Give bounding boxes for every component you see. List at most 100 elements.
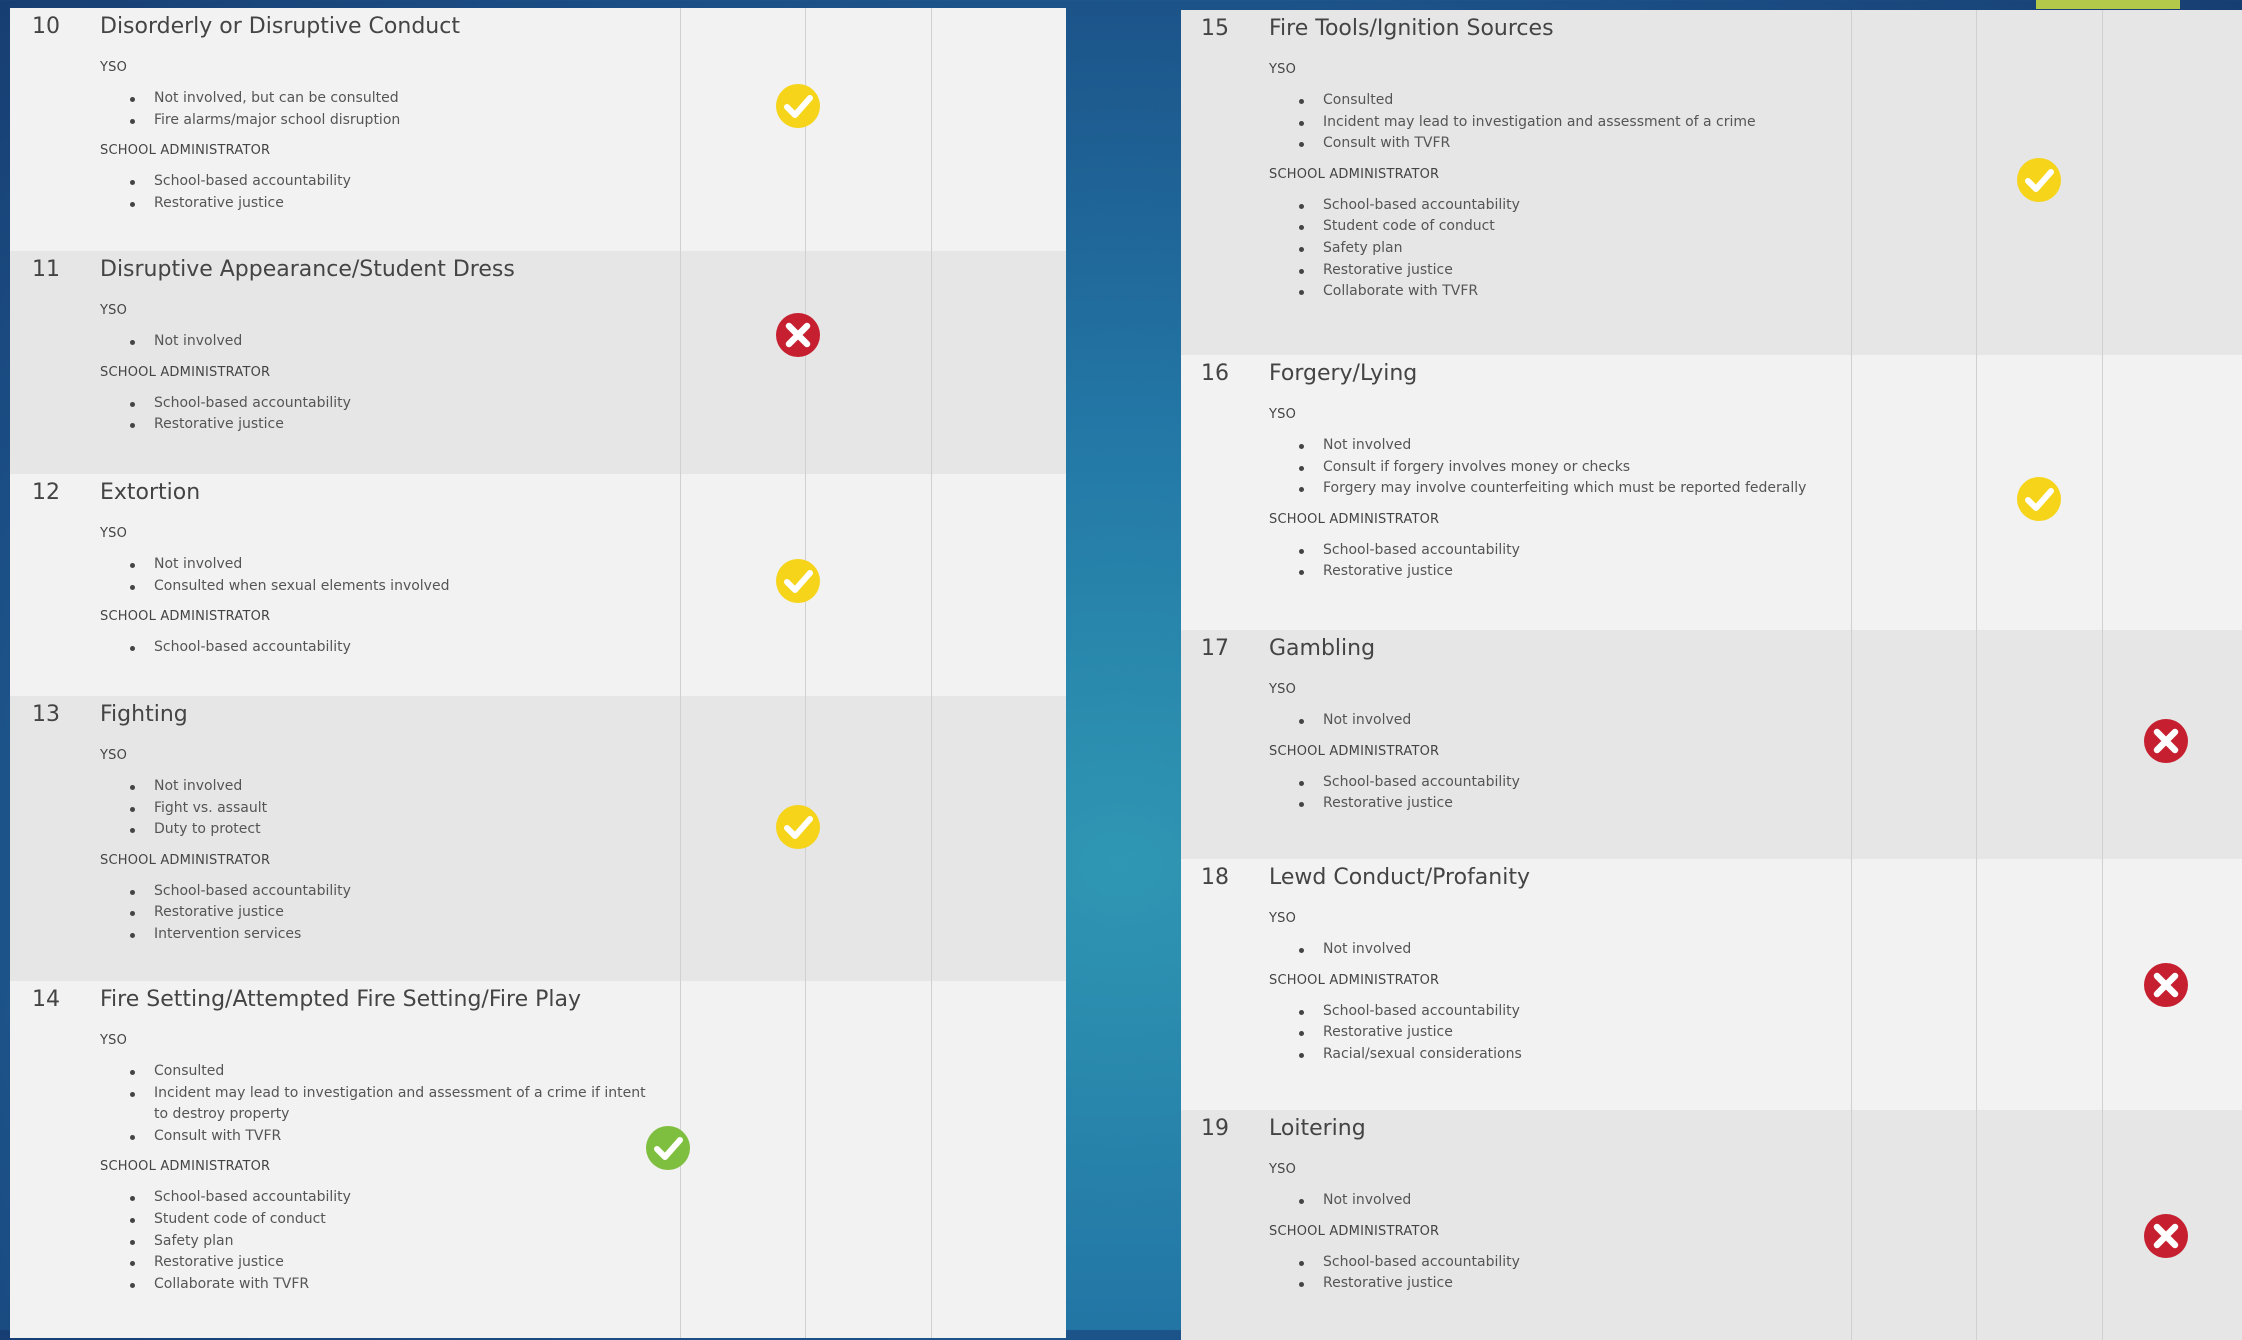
administrator-list: School-based accountability	[100, 637, 660, 659]
list-item: Forgery may involve counterfeiting which…	[1299, 478, 1829, 500]
list-item: Restorative justice	[1299, 561, 1829, 583]
red-x-icon	[2143, 718, 2189, 764]
school-administrator-label: SCHOOL ADMINISTRATOR	[1269, 1223, 1440, 1239]
yso-list: Not involved	[1269, 710, 1829, 732]
column-divider	[2102, 10, 2103, 355]
administrator-list: School-based accountability Restorative j…	[100, 171, 660, 214]
row-title: Forgery/Lying	[1269, 361, 1418, 386]
list-item: Restorative justice	[130, 1252, 660, 1274]
list-item: School-based accountability	[130, 881, 660, 903]
column-divider	[1851, 355, 1852, 630]
table-row: 16 Forgery/Lying YSO Not involved Consult if…	[1181, 355, 2242, 630]
row-title: Extortion	[100, 480, 201, 505]
school-administrator-label: SCHOOL ADMINISTRATOR	[100, 364, 271, 380]
yellow-check-icon	[2016, 157, 2062, 203]
row-number: 19	[1201, 1116, 1229, 1141]
row-details: YSO Not involved SCHOOL ADMINISTRATOR Schoo…	[1269, 909, 1829, 1075]
yso-list: Not involved Consult if forgery involves …	[1269, 435, 1829, 500]
list-item: Intervention services	[130, 924, 660, 946]
yso-list: Not involved Fight vs. assault Duty to pro…	[100, 776, 660, 841]
column-divider	[931, 251, 932, 474]
list-item: Collaborate with TVFR	[1299, 281, 1829, 303]
list-item: Consulted	[1299, 90, 1829, 112]
column-divider	[680, 251, 681, 474]
list-item: Fight vs. assault	[130, 798, 660, 820]
table-row: 18 Lewd Conduct/Profanity YSO Not involved S…	[1181, 859, 2242, 1110]
row-details: YSO Not involved SCHOOL ADMINISTRATOR Schoo…	[100, 301, 660, 446]
row-title: Loitering	[1269, 1116, 1366, 1141]
column-divider	[680, 474, 681, 696]
column-divider	[931, 8, 932, 251]
table-row: 17 Gambling YSO Not involved SCHOOL ADMINIST…	[1181, 630, 2242, 859]
list-item: Not involved, but can be consulted	[130, 88, 660, 110]
column-divider	[1976, 355, 1977, 630]
list-item: School-based accountability	[130, 637, 660, 659]
column-divider	[680, 8, 681, 251]
list-item: Restorative justice	[1299, 260, 1829, 282]
yso-list: Not involved	[100, 331, 660, 353]
row-details: YSO Not involved Fight vs. assault Duty to …	[100, 746, 660, 956]
list-item: Consult if forgery involves money or che…	[1299, 457, 1829, 479]
table-row: 15 Fire Tools/Ignition Sources YSO Consulte…	[1181, 10, 2242, 355]
list-item: Consulted when sexual elements involved	[130, 576, 660, 598]
row-title: Fighting	[100, 702, 188, 727]
column-divider	[1851, 10, 1852, 355]
column-divider	[2102, 630, 2103, 859]
column-divider	[1851, 859, 1852, 1110]
yellow-check-icon	[775, 83, 821, 129]
row-title: Lewd Conduct/Profanity	[1269, 865, 1530, 890]
column-divider	[2102, 355, 2103, 630]
row-title: Disruptive Appearance/Student Dress	[100, 257, 515, 282]
list-item: Not involved	[1299, 435, 1829, 457]
yso-label: YSO	[100, 60, 128, 75]
yso-label: YSO	[1269, 62, 1297, 77]
table-row: 14 Fire Setting/Attempted Fire Setting/Fi…	[10, 981, 1066, 1338]
list-item: Consult with TVFR	[1299, 133, 1829, 155]
row-details: YSO Consulted Incident may lead to investi…	[1269, 60, 1829, 313]
green-check-icon	[645, 1125, 691, 1171]
row-number: 10	[32, 14, 60, 39]
column-divider	[680, 696, 681, 981]
yellow-check-icon	[2016, 476, 2062, 522]
left-panel: 10 Disorderly or Disruptive Conduct YSO Not…	[10, 8, 1066, 1338]
administrator-list: School-based accountability Student code …	[100, 1187, 660, 1295]
administrator-list: School-based accountability Restorative j…	[1269, 540, 1829, 583]
school-administrator-label: SCHOOL ADMINISTRATOR	[100, 609, 271, 625]
row-title: Fire Tools/Ignition Sources	[1269, 16, 1554, 41]
column-divider	[805, 981, 806, 1338]
yso-list: Not involved Consulted when sexual elemen…	[100, 554, 660, 597]
column-divider	[931, 696, 932, 981]
list-item: Safety plan	[1299, 238, 1829, 260]
list-item: Restorative justice	[130, 414, 660, 436]
row-number: 16	[1201, 361, 1229, 386]
administrator-list: School-based accountability Restorative j…	[100, 881, 660, 946]
list-item: School-based accountability	[1299, 195, 1829, 217]
list-item: Not involved	[1299, 710, 1829, 732]
row-details: YSO Not involved Consulted when sexual ele…	[100, 524, 660, 669]
school-administrator-label: SCHOOL ADMINISTRATOR	[100, 143, 271, 159]
column-divider	[805, 251, 806, 474]
list-item: Student code of conduct	[1299, 216, 1829, 238]
row-title: Fire Setting/Attempted Fire Setting/Fire…	[100, 987, 581, 1012]
school-administrator-label: SCHOOL ADMINISTRATOR	[1269, 972, 1440, 988]
list-item: Restorative justice	[1299, 1273, 1829, 1295]
row-number: 12	[32, 480, 60, 505]
list-item: Restorative justice	[1299, 1022, 1829, 1044]
column-divider	[1976, 10, 1977, 355]
school-administrator-label: SCHOOL ADMINISTRATOR	[1269, 166, 1440, 182]
row-details: YSO Not involved SCHOOL ADMINISTRATOR Schoo…	[1269, 1160, 1829, 1305]
yso-label: YSO	[1269, 682, 1297, 697]
row-details: YSO Not involved Consult if forgery involv…	[1269, 405, 1829, 593]
column-divider	[1976, 859, 1977, 1110]
administrator-list: School-based accountability Restorative j…	[1269, 1001, 1829, 1066]
list-item: Incident may lead to investigation and a…	[130, 1083, 660, 1126]
school-administrator-label: SCHOOL ADMINISTRATOR	[100, 852, 271, 868]
yso-label: YSO	[1269, 911, 1297, 926]
list-item: School-based accountability	[130, 1187, 660, 1209]
administrator-list: School-based accountability Restorative j…	[1269, 1252, 1829, 1295]
yso-list: Not involved	[1269, 939, 1829, 961]
list-item: School-based accountability	[1299, 1001, 1829, 1023]
list-item: Safety plan	[130, 1231, 660, 1253]
accent-bar	[2036, 0, 2180, 9]
list-item: School-based accountability	[1299, 772, 1829, 794]
